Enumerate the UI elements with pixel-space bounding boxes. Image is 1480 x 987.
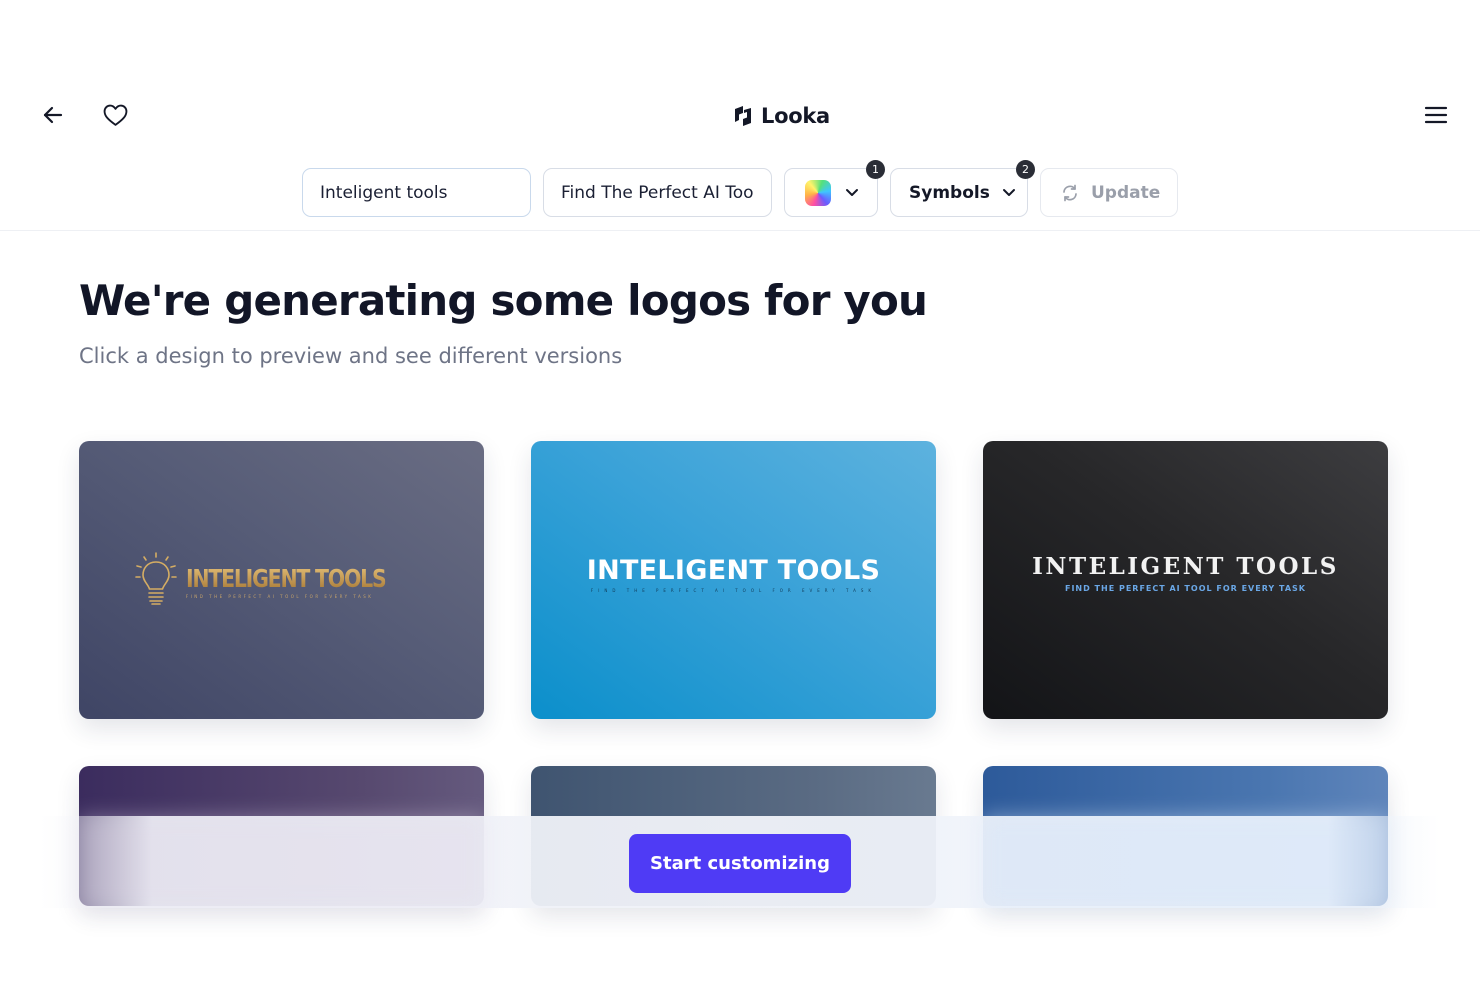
logo-card[interactable]: INTELIGENT TOOLS FIND THE PERFECT AI TOO… (983, 441, 1388, 719)
arrow-left-icon (43, 106, 63, 124)
heart-icon (103, 104, 127, 126)
color-dropdown[interactable] (784, 168, 878, 217)
lightbulb-icon (135, 552, 177, 605)
brand-logo[interactable]: Looka (732, 102, 830, 130)
symbols-label: Symbols (909, 182, 990, 203)
brand-name: Looka (761, 104, 830, 128)
favorites-button[interactable] (98, 98, 132, 132)
chevron-down-icon (846, 189, 858, 196)
color-filter-count-badge: 1 (866, 160, 885, 179)
menu-button[interactable] (1420, 99, 1452, 131)
logo-company-name: INTELIGENT TOOLS (586, 555, 881, 586)
looka-logo-icon (735, 106, 751, 126)
update-label: Update (1091, 182, 1161, 203)
company-name-field[interactable] (302, 168, 531, 217)
slogan-input[interactable] (561, 182, 771, 203)
top-header: Looka (0, 90, 1480, 142)
color-palette-swatch (805, 179, 831, 206)
logo-tagline: FIND THE PERFECT AI TOOL FOR EVERY TASK (185, 593, 374, 599)
logo-options-toolbar: 1 Symbols 2 Update (0, 160, 1480, 218)
header-divider (0, 230, 1480, 231)
start-customizing-button[interactable]: Start customizing (629, 834, 851, 893)
refresh-icon (1063, 184, 1077, 201)
symbols-filter-count-badge: 2 (1016, 160, 1035, 179)
logo-card[interactable]: INTELIGENT TOOLS FIND THE PERFECT AI TOO… (79, 441, 484, 719)
logo-design: INTELIGENT TOOLS FIND THE PERFECT AI TOO… (134, 551, 429, 611)
logo-generator-page: Looka 1 Symbols 2 (0, 0, 1480, 987)
logo-tagline: FIND THE PERFECT AI TOOL FOR EVERY TASK (590, 588, 877, 593)
logo-card[interactable]: INTELIGENT TOOLS FIND THE PERFECT AI TOO… (531, 441, 936, 719)
logo-design: INTELIGENT TOOLS FIND THE PERFECT AI TOO… (1032, 553, 1339, 593)
update-button[interactable]: Update (1040, 168, 1178, 217)
logo-design: INTELIGENT TOOLS FIND THE PERFECT AI TOO… (587, 555, 881, 593)
symbols-dropdown[interactable]: Symbols (890, 168, 1028, 217)
hamburger-menu-icon (1424, 106, 1448, 124)
logo-company-name: INTELIGENT TOOLS (185, 563, 387, 593)
logo-company-name: INTELIGENT TOOLS (1032, 553, 1339, 580)
company-name-input[interactable] (320, 182, 530, 203)
page-title: We're generating some logos for you (79, 276, 928, 325)
chevron-down-icon (1002, 189, 1015, 196)
logo-tagline: FIND THE PERFECT AI TOOL FOR EVERY TASK (1064, 584, 1306, 593)
slogan-field[interactable] (543, 168, 772, 217)
back-button[interactable] (36, 98, 70, 132)
page-subtitle: Click a design to preview and see differ… (79, 344, 623, 368)
